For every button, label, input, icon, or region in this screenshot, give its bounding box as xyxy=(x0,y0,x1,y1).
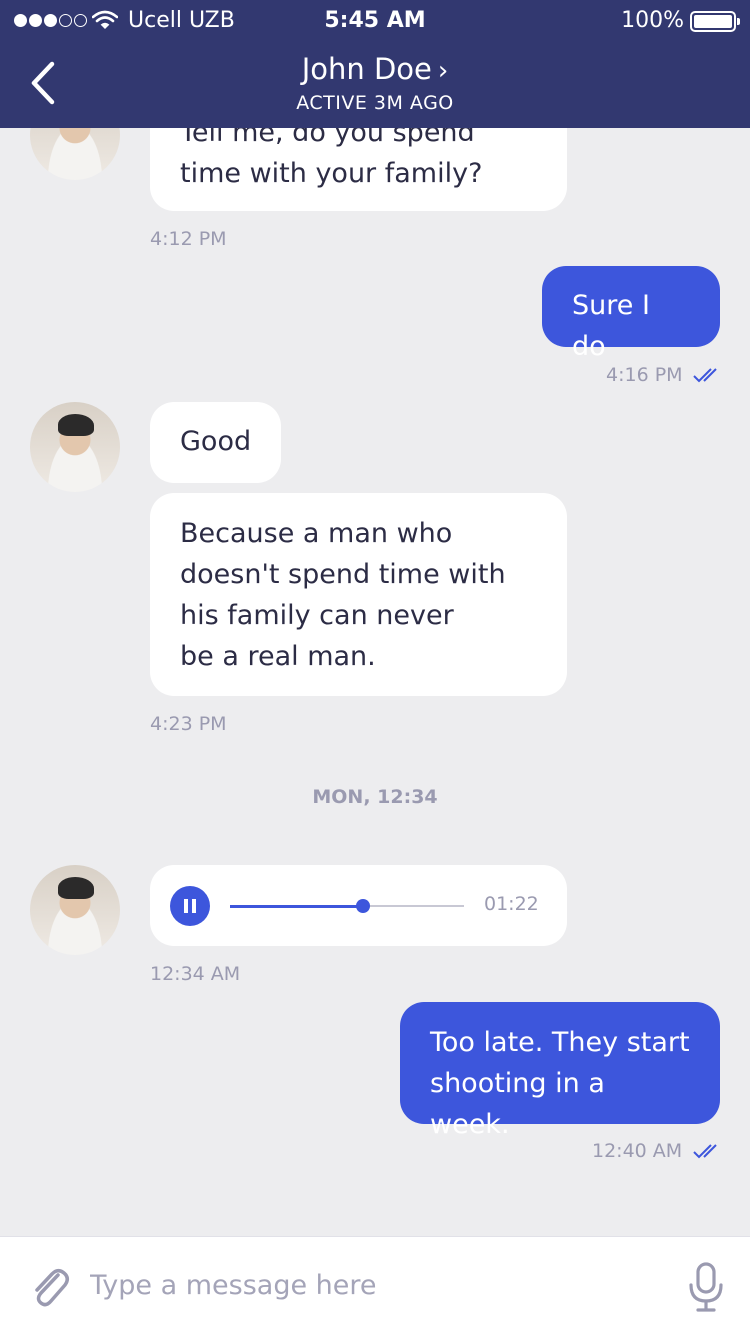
message-bubble-incoming: Because a man who doesn't spend time wit… xyxy=(150,493,567,696)
message-bubble-outgoing: Sure I do xyxy=(542,266,720,362)
contact-name: John Doe xyxy=(301,52,432,86)
voice-message: 01:22 xyxy=(150,865,567,946)
contact-name-row: John Doe › xyxy=(0,52,750,86)
message-time: 12:40 AM xyxy=(592,1140,683,1162)
pause-button[interactable] xyxy=(170,886,210,926)
message-line: time with your family? xyxy=(180,158,483,189)
contact-status: ACTIVE 3M AGO xyxy=(296,92,454,114)
battery-percentage: 100% xyxy=(621,8,684,33)
message-line: shooting in a week. xyxy=(430,1068,605,1140)
message-line: Too late. They start xyxy=(430,1027,690,1058)
status-bar: Ucell UZB 5:45 AM 100% xyxy=(0,0,750,42)
avatar[interactable] xyxy=(30,865,120,955)
microphone-icon[interactable] xyxy=(686,1261,726,1313)
chevron-right-icon: › xyxy=(437,56,449,86)
pause-icon xyxy=(184,899,188,913)
message-line: doesn't spend time with xyxy=(180,559,506,590)
double-check-icon xyxy=(693,1144,717,1159)
message-time: 4:16 PM xyxy=(606,364,683,386)
message-line: be a real man. xyxy=(180,641,376,672)
chat-header: Ucell UZB 5:45 AM 100% John Doe › ACTIVE … xyxy=(0,0,750,128)
message-time: 4:23 PM xyxy=(150,713,227,735)
message-time: 4:12 PM xyxy=(150,228,227,250)
message-line: Because a man who xyxy=(180,518,453,549)
audio-progress-track[interactable] xyxy=(230,899,464,913)
avatar[interactable] xyxy=(30,402,120,492)
audio-scrub-handle[interactable] xyxy=(356,899,371,913)
audio-duration: 01:22 xyxy=(484,893,539,915)
contact-title[interactable]: John Doe › ACTIVE 3M AGO xyxy=(0,52,750,114)
message-line: his family can never xyxy=(180,600,454,631)
battery-icon xyxy=(690,11,740,32)
date-divider: MON, 12:34 xyxy=(312,786,438,808)
audio-progress-fill xyxy=(230,904,364,908)
message-input[interactable] xyxy=(90,1259,650,1311)
message-bubble-incoming: Good xyxy=(150,402,281,483)
message-bubble-outgoing: Too late. They start shooting in a week. xyxy=(400,1002,720,1140)
paperclip-icon[interactable] xyxy=(28,1263,72,1311)
message-time: 12:34 AM xyxy=(150,963,241,985)
composer xyxy=(0,1236,750,1334)
double-check-icon xyxy=(693,368,717,383)
